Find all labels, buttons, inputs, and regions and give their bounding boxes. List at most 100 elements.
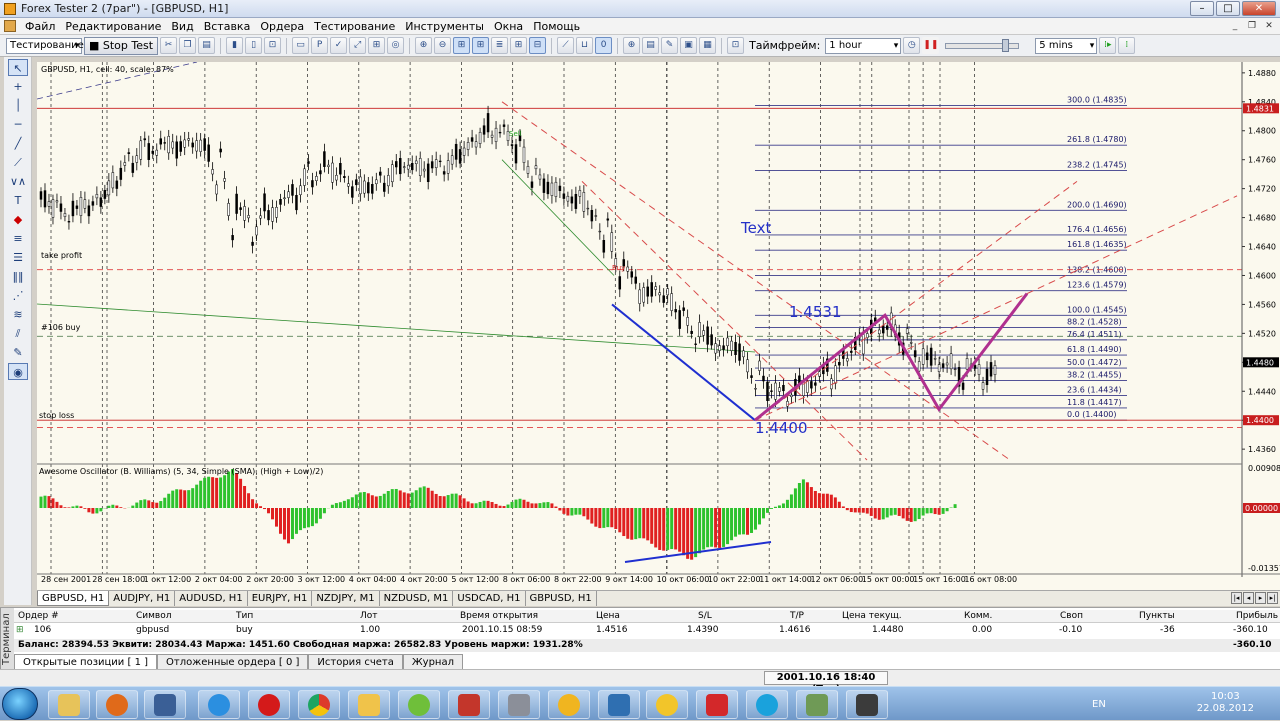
color-picker-icon[interactable]: ◆ xyxy=(8,211,28,228)
col-open-time[interactable]: Время открытия xyxy=(460,611,538,621)
menu-edit[interactable]: Редактирование xyxy=(60,20,166,33)
zoom-out-icon[interactable]: ⊖ xyxy=(434,37,451,54)
menu-insert[interactable]: Вставка xyxy=(199,20,256,33)
col-order[interactable]: Ордер # xyxy=(18,611,59,621)
orders-list-icon[interactable]: ▤ xyxy=(642,37,659,54)
internet-explorer-taskbar-icon[interactable] xyxy=(198,690,240,719)
andrews-pitchfork-tool-icon[interactable]: ⫽ xyxy=(8,325,28,342)
last-tab-icon[interactable]: ▸| xyxy=(1267,592,1278,604)
cursor-tool-icon[interactable]: ↖ xyxy=(8,59,28,76)
target-icon[interactable]: ◎ xyxy=(387,37,404,54)
network-taskbar-icon[interactable] xyxy=(498,690,540,719)
bars-view-icon[interactable]: ⊞ xyxy=(453,37,470,54)
fibo-arcs-tool-icon[interactable]: ≋ xyxy=(8,306,28,323)
terminal-taskbar-icon[interactable] xyxy=(846,690,888,719)
autoscroll-icon[interactable]: 0 xyxy=(595,37,612,54)
forex-tester-taskbar-icon[interactable] xyxy=(598,690,640,719)
crosshair-tool-icon[interactable]: + xyxy=(8,78,28,95)
check-icon[interactable]: ✓ xyxy=(330,37,347,54)
chart-shift-icon[interactable]: ⊔ xyxy=(576,37,593,54)
menu-tools[interactable]: Инструменты xyxy=(400,20,489,33)
channel-tool-icon[interactable]: ≡ xyxy=(8,230,28,247)
minimize-button[interactable]: – xyxy=(1190,1,1214,16)
price-chart[interactable]: 300.0 (1.4835)261.8 (1.4780)238.2 (1.474… xyxy=(37,62,1280,590)
line-chart-icon[interactable]: ⊡ xyxy=(264,37,281,54)
media-player-taskbar-icon[interactable] xyxy=(96,690,138,719)
col-current-price[interactable]: Цена текущ. xyxy=(842,611,902,621)
close-order-icon[interactable]: ▣ xyxy=(680,37,697,54)
mdi-restore-button[interactable]: ❐ xyxy=(1245,20,1259,32)
speed-slider[interactable] xyxy=(945,43,1019,49)
r-app-taskbar-icon[interactable] xyxy=(696,690,738,719)
high-price-annotation[interactable]: 1.4531 xyxy=(789,303,842,321)
speed-slider-thumb[interactable] xyxy=(1002,39,1009,52)
menu-testing[interactable]: Тестирование xyxy=(309,20,400,33)
menu-help[interactable]: Помощь xyxy=(528,20,585,33)
step-select[interactable]: 5 mins xyxy=(1035,38,1097,54)
text-annotation[interactable]: Text xyxy=(740,219,771,237)
fibo-timezones-tool-icon[interactable]: ‖‖ xyxy=(8,268,28,285)
tab-eurjpy-h1[interactable]: EURJPY, H1 xyxy=(248,591,313,606)
table-row[interactable]: ⊞ 106 gbpusd buy 1.00 2001.10.15 08:59 1… xyxy=(14,624,1280,637)
chart-window[interactable]: 300.0 (1.4835)261.8 (1.4780)238.2 (1.474… xyxy=(37,62,1280,590)
prev-tab-icon[interactable]: ◂ xyxy=(1243,592,1254,604)
mdi-close-button[interactable]: ✕ xyxy=(1262,20,1276,32)
copy-icon[interactable]: ❐ xyxy=(179,37,196,54)
ray-tool-icon[interactable]: ⟋ xyxy=(8,154,28,171)
chrome-taskbar-icon[interactable] xyxy=(298,690,340,719)
pen-tool-icon[interactable]: ✎ xyxy=(8,344,28,361)
grid-toggle-icon[interactable]: ⊞ xyxy=(368,37,385,54)
properties-icon[interactable]: P xyxy=(311,37,328,54)
vertical-line-tool-icon[interactable]: │ xyxy=(8,97,28,114)
menu-windows[interactable]: Окна xyxy=(489,20,528,33)
col-points[interactable]: Пункты xyxy=(1139,611,1175,621)
explorer-taskbar-icon[interactable] xyxy=(48,690,90,719)
low-price-annotation[interactable]: 1.4400 xyxy=(755,419,808,437)
tab-audusd-h1[interactable]: AUDUSD, H1 xyxy=(175,591,247,606)
dollar-taskbar-icon[interactable] xyxy=(646,690,688,719)
col-type[interactable]: Тип xyxy=(236,611,253,621)
zoom-in-icon[interactable]: ⊕ xyxy=(415,37,432,54)
col-lot[interactable]: Лот xyxy=(360,611,378,621)
mode-select[interactable]: Тестирование xyxy=(6,38,82,54)
indicators-icon[interactable]: ≣ xyxy=(491,37,508,54)
col-symbol[interactable]: Символ xyxy=(136,611,172,621)
step-end-icon[interactable]: ⁞ xyxy=(1118,37,1135,54)
first-tab-icon[interactable]: |◂ xyxy=(1231,592,1242,604)
candles-view-icon[interactable]: ⊞ xyxy=(472,37,489,54)
app-taskbar-icon[interactable] xyxy=(548,690,590,719)
paste-icon[interactable]: ▤ xyxy=(198,37,215,54)
col-tp[interactable]: T/P xyxy=(790,611,804,621)
tab-gbpusd-h1[interactable]: GBPUSD, H1 xyxy=(37,591,109,606)
timeframe-settings-icon[interactable]: ⊡ xyxy=(727,37,744,54)
mdi-minimize-button[interactable]: _ xyxy=(1228,20,1242,32)
tab-nzdusd-m1[interactable]: NZDUSD, M1 xyxy=(380,591,454,606)
col-price[interactable]: Цена xyxy=(596,611,620,621)
start-button[interactable] xyxy=(2,688,38,720)
tab-account-history[interactable]: История счета xyxy=(308,654,402,670)
text-tool-icon[interactable]: T xyxy=(8,192,28,209)
skype-taskbar-icon[interactable] xyxy=(746,690,788,719)
clock[interactable]: 10:03 22.08.2012 xyxy=(1197,691,1254,715)
video-taskbar-icon[interactable] xyxy=(144,690,186,719)
step-forward-icon[interactable]: ⁞▸ xyxy=(1099,37,1116,54)
col-profit[interactable]: Прибыль xyxy=(1236,611,1278,621)
tab-open-positions[interactable]: Открытые позиции [ 1 ] xyxy=(14,654,157,670)
zoom-fit-icon[interactable]: ⤢ xyxy=(349,37,366,54)
history-icon[interactable]: ▦ xyxy=(699,37,716,54)
tab-gbpusd-h1-2[interactable]: GBPUSD, H1 xyxy=(526,591,597,606)
stop-test-button[interactable]: ■ Stop Test xyxy=(84,37,158,55)
close-button[interactable]: ✕ xyxy=(1242,1,1276,16)
tab-pending-orders[interactable]: Отложенные ордера [ 0 ] xyxy=(157,654,308,670)
opera-taskbar-icon[interactable] xyxy=(248,690,290,719)
chart-scale-icon[interactable]: ⟋ xyxy=(557,37,574,54)
col-swap[interactable]: Своп xyxy=(1060,611,1083,621)
candle-chart-icon[interactable]: ▯ xyxy=(245,37,262,54)
new-document-icon[interactable]: ▭ xyxy=(292,37,309,54)
fibo-retracement-tool-icon[interactable]: ☰ xyxy=(8,249,28,266)
next-tab-icon[interactable]: ▸ xyxy=(1255,592,1266,604)
cut-icon[interactable]: ✂ xyxy=(160,37,177,54)
money-taskbar-icon[interactable] xyxy=(796,690,838,719)
antivirus-taskbar-icon[interactable] xyxy=(448,690,490,719)
mail-taskbar-icon[interactable] xyxy=(348,690,390,719)
